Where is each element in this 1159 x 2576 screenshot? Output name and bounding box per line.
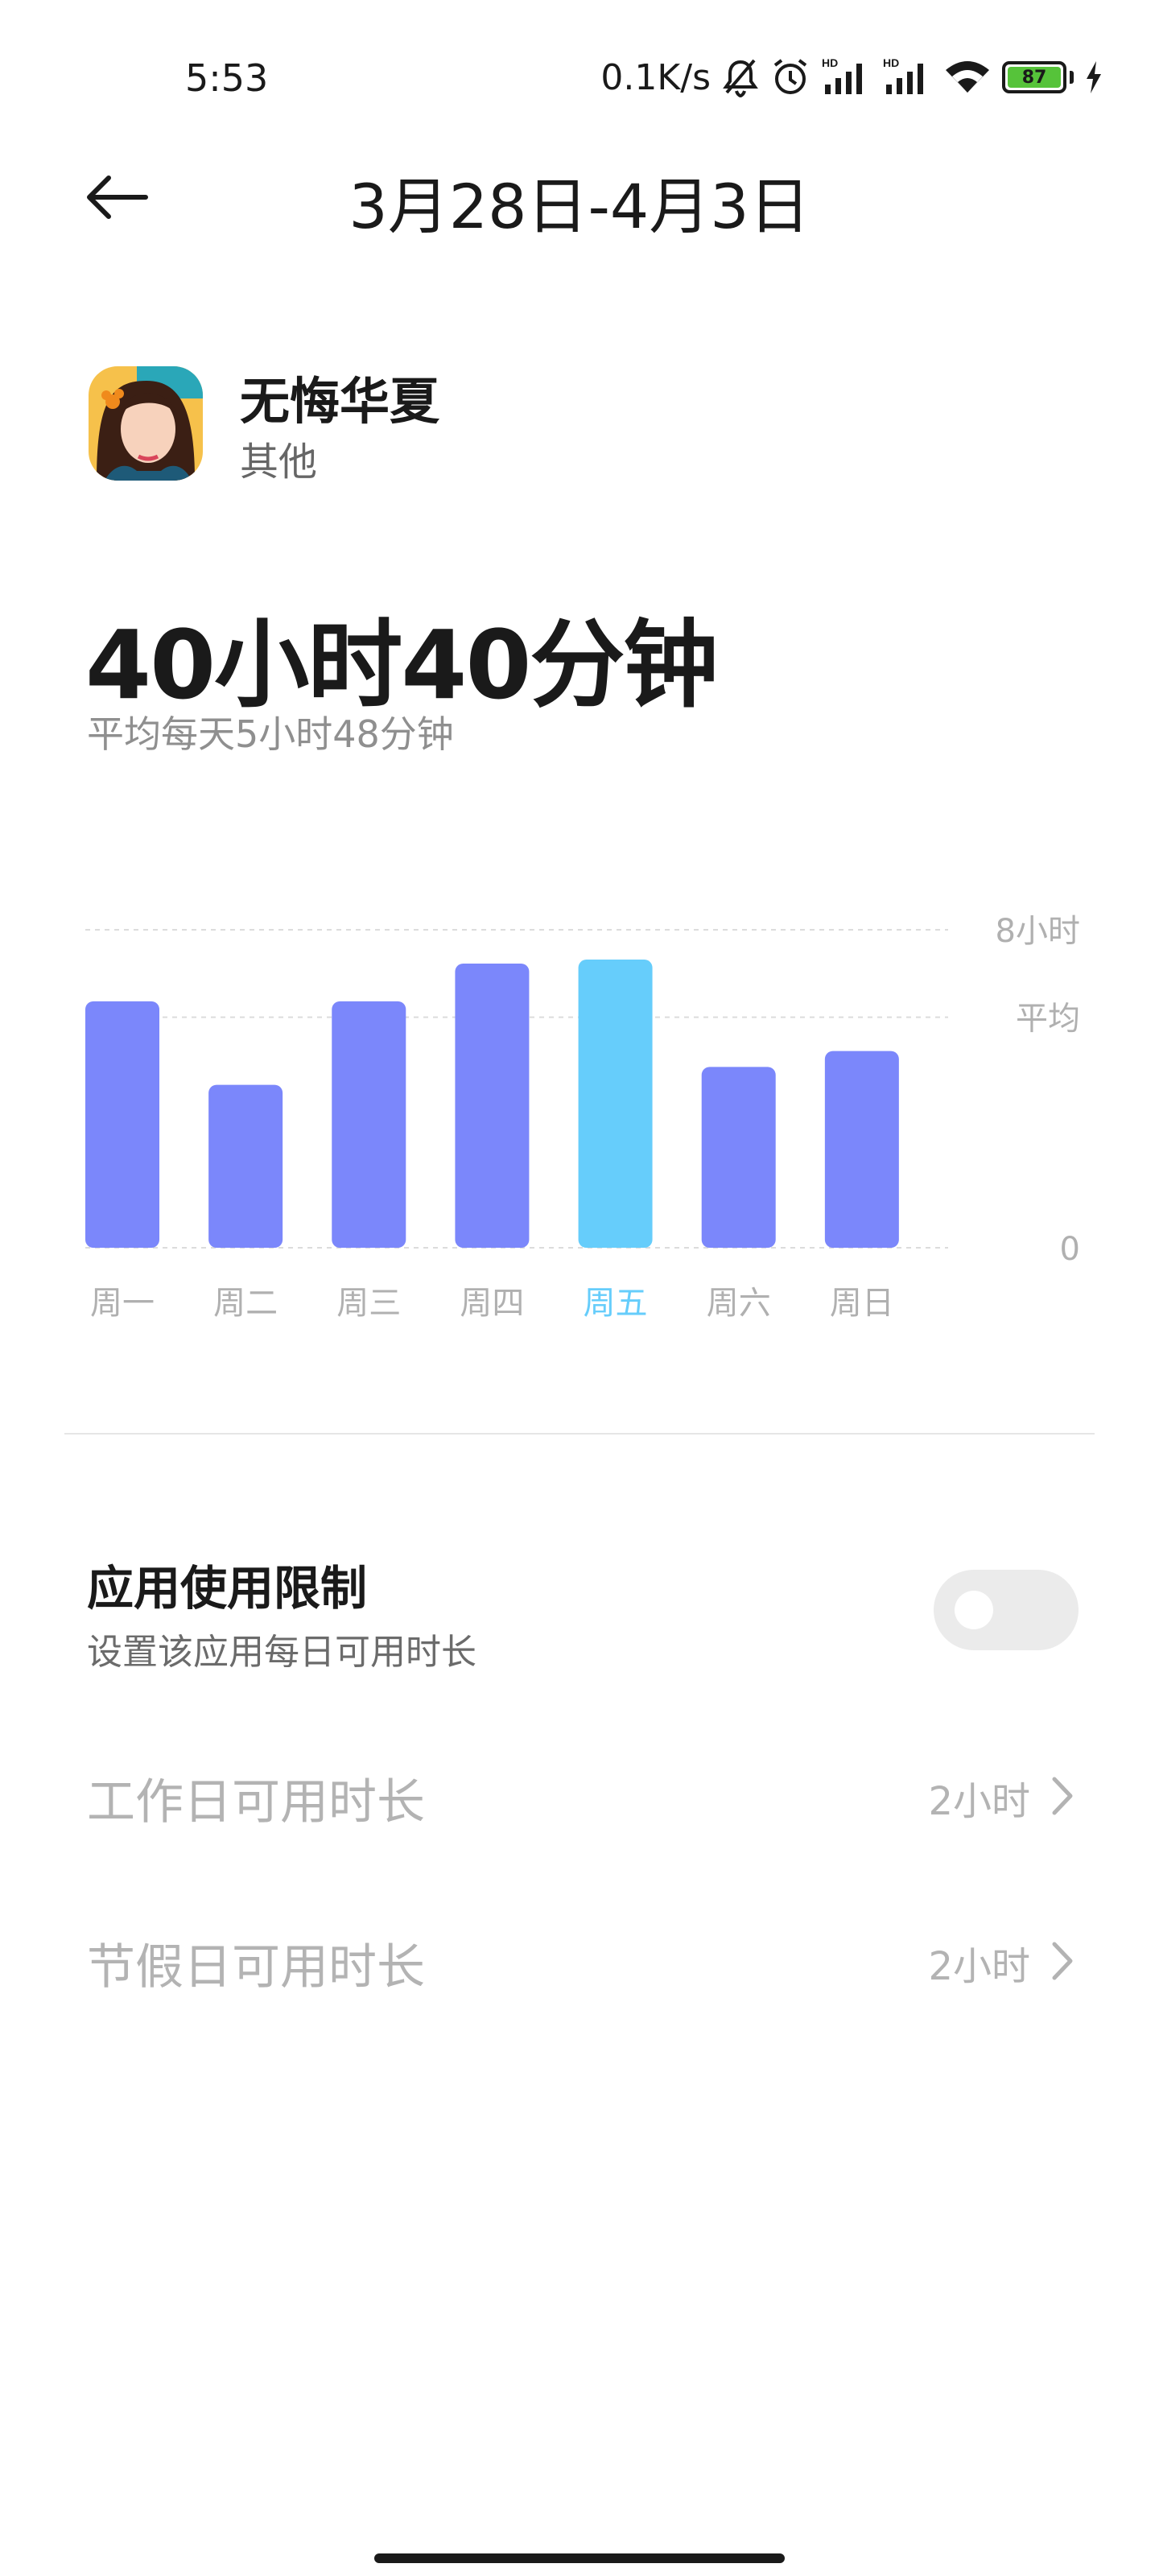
chart-bar [578, 960, 653, 1248]
y-tick-label-max: 8小时 [996, 913, 1080, 950]
battery-level: 87 [1008, 67, 1061, 88]
chart-bar [85, 1001, 159, 1248]
svg-text:HD: HD [883, 57, 899, 69]
weekday-limit-row[interactable]: 工作日可用时长 2小时 [0, 1731, 1159, 1860]
weekly-usage-chart: 8小时平均 0 周一 周二 周三 周四 周五 周六 周日 [85, 913, 1080, 1322]
page-title: 3月28日-4月3日 [349, 171, 810, 242]
x-tick-label: 周三 [336, 1285, 401, 1322]
x-tick-label: 周六 [707, 1285, 771, 1322]
chevron-right-icon [1052, 1777, 1073, 1815]
alarm-icon [773, 59, 807, 94]
toggle-knob [955, 1591, 993, 1629]
app-usage-detail-screen: 5:53 0.1K/s HD HD 87 3月28日-4月3日 无悔华夏 其他 … [0, 0, 1159, 2576]
usage-limit-subtitle: 设置该应用每日可用时长 [87, 1632, 476, 1673]
status-time: 5:53 [185, 56, 269, 100]
battery-icon: 87 [1002, 61, 1074, 93]
signal-hd-icon: HD [822, 57, 862, 94]
y-tick-label-average: 平均 [1016, 1001, 1080, 1038]
chart-bar [824, 1051, 899, 1248]
app-name: 无悔华夏 [240, 372, 440, 431]
x-tick-label: 周五 [584, 1285, 648, 1322]
chart-bar [208, 1084, 283, 1248]
svg-text:HD: HD [822, 57, 838, 69]
bell-off-icon [723, 59, 758, 97]
signal-hd-icon: HD [883, 57, 923, 94]
app-icon [89, 366, 203, 481]
divider [64, 1433, 1095, 1435]
x-tick-label: 周一 [90, 1285, 155, 1322]
chevron-right-icon [1052, 1942, 1073, 1980]
status-icons: 0.1K/s HD HD 87 [600, 53, 1103, 101]
usage-limit-title: 应用使用限制 [87, 1561, 368, 1616]
app-avatar-image [89, 366, 203, 481]
chart-bar [332, 1001, 406, 1248]
holiday-limit-label: 节假日可用时长 [87, 1939, 425, 1996]
weekday-limit-label: 工作日可用时长 [87, 1774, 425, 1831]
average-usage-time: 平均每天5小时48分钟 [87, 712, 454, 756]
usage-limit-toggle[interactable] [934, 1570, 1079, 1650]
weekday-limit-value: 2小时 [928, 1779, 1030, 1824]
x-tick-label: 周二 [213, 1285, 278, 1322]
x-tick-label: 周四 [460, 1285, 524, 1322]
charging-icon [1087, 61, 1101, 93]
holiday-limit-value: 2小时 [928, 1944, 1030, 1989]
wifi-icon [946, 61, 989, 93]
app-category: 其他 [240, 440, 318, 485]
holiday-limit-row[interactable]: 节假日可用时长 2小时 [0, 1896, 1159, 2025]
network-speed: 0.1K/s [600, 56, 711, 98]
y-tick-label-zero: 0 [1060, 1231, 1080, 1268]
x-tick-label: 周日 [830, 1285, 894, 1322]
home-indicator[interactable] [374, 2553, 785, 2563]
chart-bar [455, 963, 530, 1248]
chart-bar [701, 1067, 776, 1248]
